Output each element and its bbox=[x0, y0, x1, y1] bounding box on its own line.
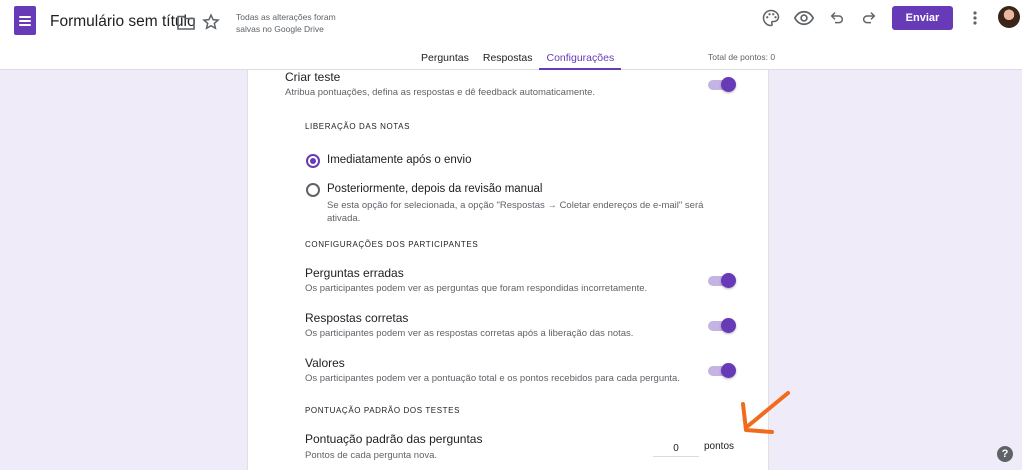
release-heading: LIBERAÇÃO DAS NOTAS bbox=[305, 122, 411, 131]
quiz-title: Criar teste bbox=[285, 70, 341, 84]
setting-description: Os participantes podem ver as perguntas … bbox=[305, 283, 648, 294]
tab-questions[interactable]: Perguntas bbox=[414, 45, 476, 70]
more-vert-icon[interactable] bbox=[967, 8, 983, 28]
release-later-note: Se esta opção for selecionada, a opção "… bbox=[327, 200, 704, 211]
release-later-radio[interactable] bbox=[306, 183, 320, 197]
point-values-toggle[interactable] bbox=[708, 363, 736, 379]
participants-heading: CONFIGURAÇÕES DOS PARTICIPANTES bbox=[305, 240, 479, 249]
default-points-input[interactable] bbox=[653, 441, 699, 457]
release-later-label[interactable]: Posteriormente, depois da revisão manual bbox=[327, 183, 542, 195]
default-points-description: Pontos de cada pergunta nova. bbox=[305, 450, 438, 461]
release-immediate-label[interactable]: Imediatamente após o envio bbox=[327, 154, 471, 166]
points-unit-label: pontos bbox=[704, 441, 735, 452]
save-status: Todas as alterações foram salvas no Goog… bbox=[236, 12, 336, 34]
quiz-description: Atribua pontuações, defina as respostas … bbox=[285, 87, 596, 98]
default-points-heading: PONTUAÇÃO PADRÃO DOS TESTES bbox=[305, 406, 461, 415]
eye-icon[interactable] bbox=[793, 8, 815, 28]
form-title[interactable]: Formulário sem título bbox=[50, 13, 196, 31]
palette-icon[interactable] bbox=[761, 8, 781, 28]
release-later-note-cont: ativada. bbox=[327, 213, 361, 224]
setting-title: Perguntas erradas bbox=[305, 266, 404, 280]
undo-icon[interactable] bbox=[827, 8, 847, 28]
forms-app-icon[interactable] bbox=[14, 6, 36, 35]
annotation-arrow-icon bbox=[741, 391, 790, 434]
send-button[interactable]: Enviar bbox=[892, 6, 953, 30]
tab-settings[interactable]: Configurações bbox=[539, 45, 621, 70]
tab-bar: Perguntas Respostas Configurações bbox=[414, 45, 621, 70]
correct-answers-toggle[interactable] bbox=[708, 318, 736, 334]
tab-responses[interactable]: Respostas bbox=[476, 45, 540, 70]
folder-icon[interactable] bbox=[176, 13, 196, 31]
wrong-questions-toggle[interactable] bbox=[708, 273, 736, 289]
quiz-toggle[interactable] bbox=[708, 77, 736, 93]
app-header: Formulário sem título Todas as alteraçõe… bbox=[0, 0, 1022, 70]
avatar[interactable] bbox=[998, 6, 1020, 28]
help-icon[interactable]: ? bbox=[997, 446, 1013, 462]
setting-description: Os participantes podem ver a pontuação t… bbox=[305, 373, 680, 384]
default-points-title: Pontuação padrão das perguntas bbox=[305, 432, 483, 446]
redo-icon[interactable] bbox=[859, 8, 879, 28]
total-points: Total de pontos: 0 bbox=[708, 52, 776, 62]
release-immediate-radio[interactable] bbox=[306, 154, 320, 168]
settings-card: Criar teste Atribua pontuações, defina a… bbox=[247, 70, 769, 470]
setting-description: Os participantes podem ver as respostas … bbox=[305, 328, 634, 339]
star-icon[interactable] bbox=[201, 12, 221, 32]
setting-title: Valores bbox=[305, 356, 345, 370]
setting-title: Respostas corretas bbox=[305, 311, 409, 325]
